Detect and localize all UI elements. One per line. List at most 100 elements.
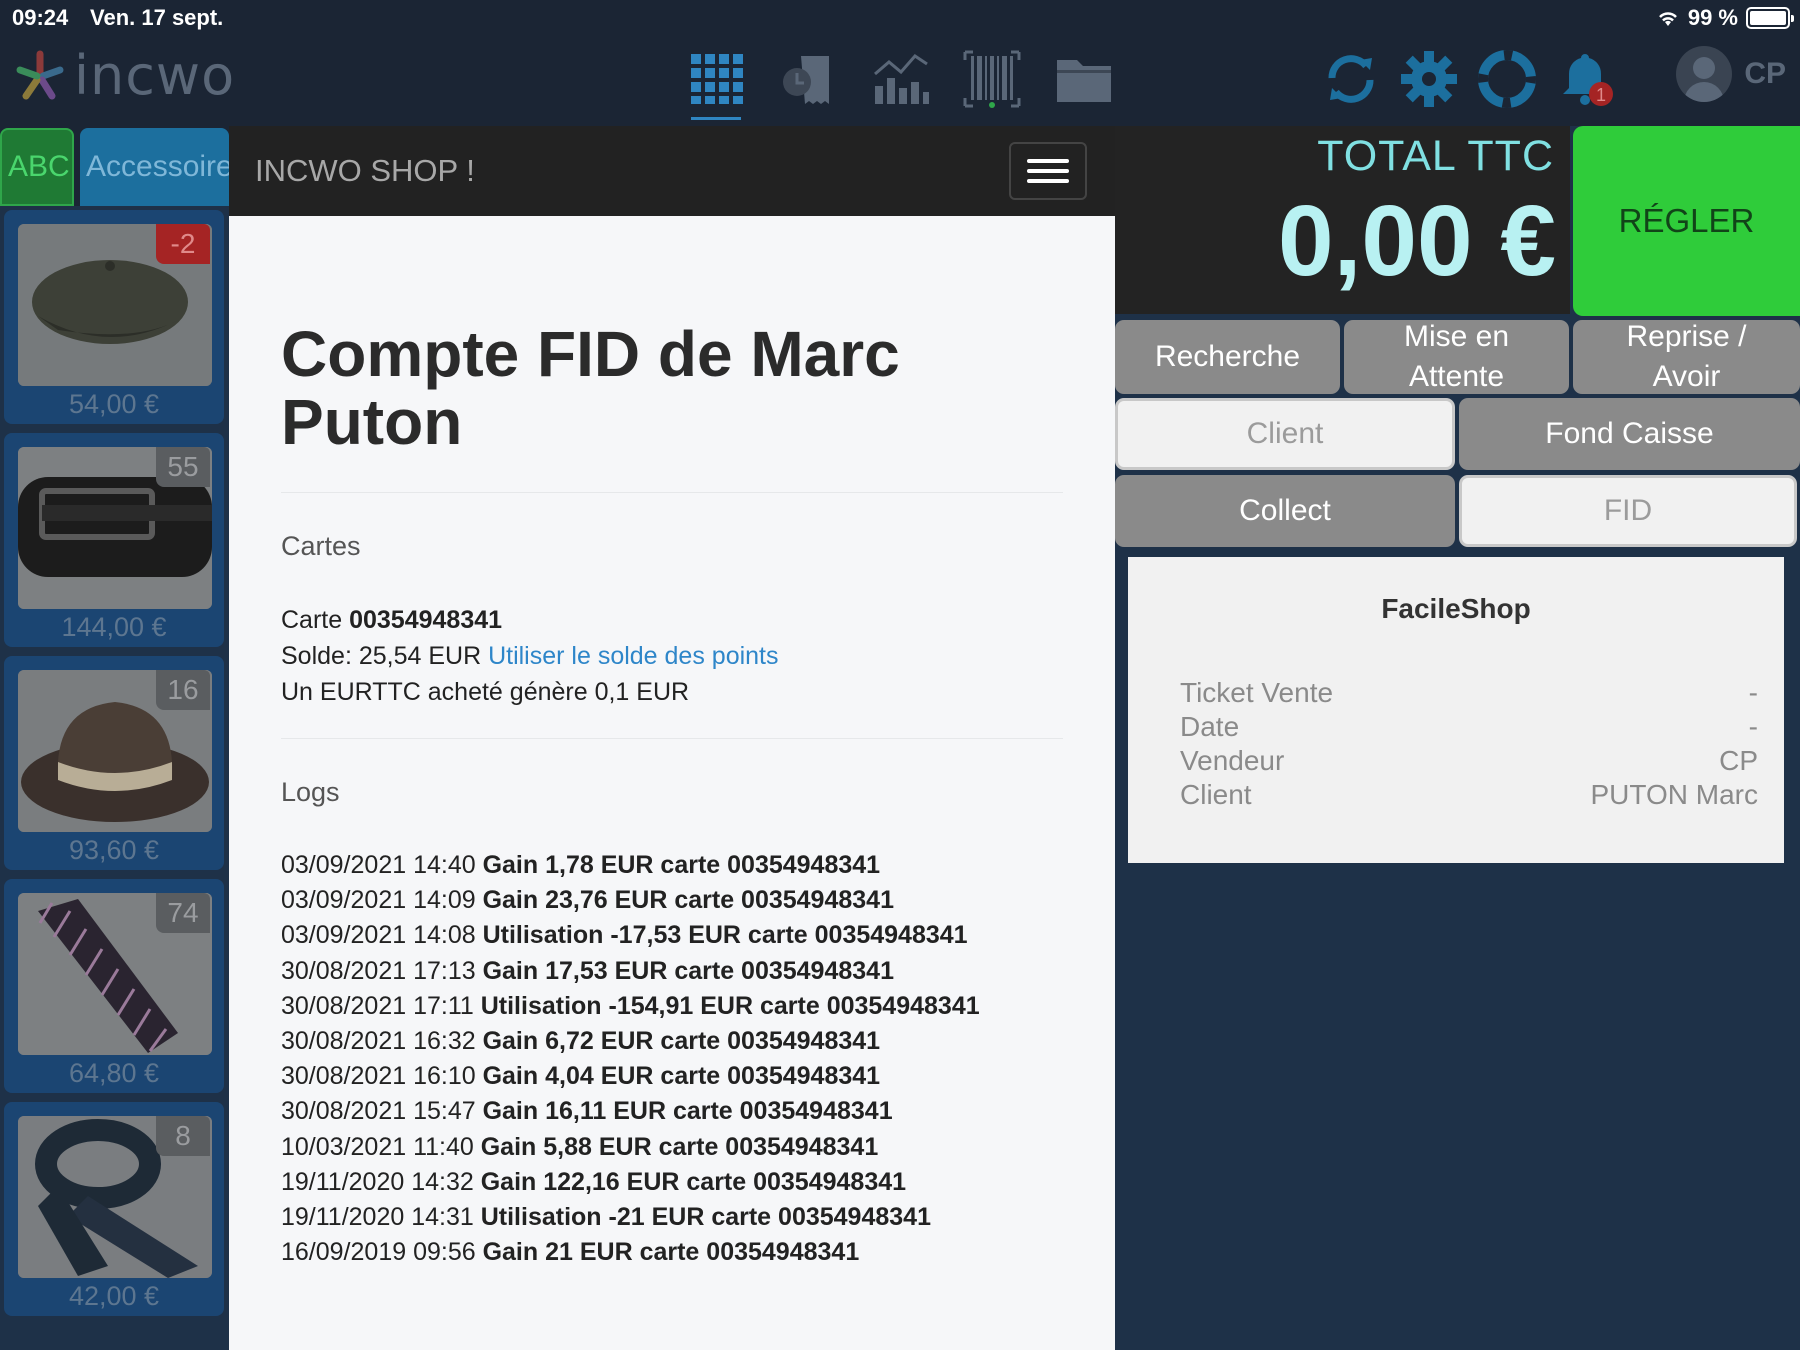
client-button[interactable]: Client	[1115, 398, 1455, 470]
card-line: Carte 00354948341	[281, 602, 1063, 638]
log-entry: 30/08/2021 17:11 Utilisation -154,91 EUR…	[281, 989, 1063, 1024]
sync-icon[interactable]	[1320, 48, 1382, 110]
log-date: 03/09/2021 14:08	[281, 921, 483, 950]
stock-badge: 16	[156, 670, 210, 710]
log-entry: 10/03/2021 11:40 Gain 5,88 EUR carte 003…	[281, 1130, 1063, 1165]
log-date: 19/11/2020 14:31	[281, 1203, 481, 1232]
log-date: 30/08/2021 16:10	[281, 1062, 483, 1091]
receipt-value: PUTON Marc	[1590, 779, 1759, 810]
receipt-edge	[1128, 551, 1784, 559]
product-price: 42,00 €	[68, 1281, 160, 1311]
receipt-value: -	[1748, 677, 1758, 708]
user-menu[interactable]: CP	[1676, 46, 1786, 102]
receipt-row: Date -	[1180, 711, 1758, 743]
bell-icon[interactable]: 1	[1554, 48, 1616, 110]
product-tile[interactable]: 74 64,80 €	[4, 879, 224, 1093]
receipt-shop-name: FacileShop	[1381, 593, 1531, 624]
cards-heading: Cartes	[281, 531, 361, 561]
status-right: 99 %	[1656, 5, 1794, 31]
search-button[interactable]: Recherche	[1115, 320, 1340, 394]
logs-list: 03/09/2021 14:40 Gain 1,78 EUR carte 003…	[281, 848, 1063, 1270]
log-date: 10/03/2021 11:40	[281, 1132, 481, 1161]
divider	[281, 492, 1063, 493]
folder-icon[interactable]	[1053, 48, 1115, 110]
incwo-logo[interactable]: incwo	[12, 44, 235, 107]
log-date: 30/08/2021 17:11	[281, 991, 481, 1020]
clock-receipt-icon[interactable]	[777, 48, 839, 110]
shop-header: INCWO SHOP !	[229, 126, 1115, 216]
log-date: 30/08/2021 17:13	[281, 956, 483, 985]
receipt-label: Ticket Vente	[1180, 677, 1334, 708]
fid-button[interactable]: FID	[1459, 475, 1797, 547]
tab-abc[interactable]: ABC	[0, 128, 74, 206]
log-text: Gain 16,11 EUR carte 00354948341	[482, 1097, 893, 1126]
status-bar: 09:24 Ven. 17 sept. 99 %	[0, 0, 1800, 36]
stock-badge: 8	[156, 1116, 210, 1156]
logo-star-icon	[16, 50, 64, 99]
log-date: 03/09/2021 14:40	[281, 851, 483, 879]
product-price: 93,60 €	[68, 835, 160, 865]
logs-heading: Logs	[281, 777, 340, 807]
log-text: Gain 5,88 EUR carte 00354948341	[480, 1132, 879, 1161]
return-credit-button[interactable]: Reprise / Avoir	[1573, 320, 1800, 394]
use-points-link[interactable]: Utiliser le solde des points	[488, 642, 778, 670]
fid-account-panel: Compte FID de Marc Puton Cartes Carte 00…	[229, 216, 1115, 1350]
hold-button[interactable]: Mise en Attente	[1344, 320, 1569, 394]
stock-badge: 55	[156, 447, 210, 487]
receipt-row: Client PUTON Marc	[1180, 779, 1758, 811]
log-text: Gain 6,72 EUR carte 00354948341	[482, 1027, 881, 1056]
divider	[281, 738, 1063, 739]
collect-button[interactable]: Collect	[1115, 475, 1455, 547]
log-entry: 30/08/2021 15:47 Gain 16,11 EUR carte 00…	[281, 1094, 1063, 1129]
total-amount: 0,00 €	[1277, 185, 1556, 297]
log-entry: 03/09/2021 14:40 Gain 1,78 EUR carte 003…	[281, 848, 1063, 883]
receipt-row: Ticket Vente -	[1180, 677, 1758, 709]
receipt-preview: FacileShop Ticket Vente - Date - Vendeur…	[1128, 551, 1784, 869]
receipt-edge	[1128, 861, 1784, 869]
stock-badge: -2	[156, 224, 210, 264]
log-text: Utilisation -21 EUR carte 00354948341	[480, 1203, 931, 1232]
product-price: 54,00 €	[68, 389, 160, 419]
log-entry: 03/09/2021 14:08 Utilisation -17,53 EUR …	[281, 918, 1063, 953]
product-price: 144,00 €	[61, 612, 167, 642]
log-text: Gain 21 EUR carte 00354948341	[482, 1238, 860, 1267]
log-date: 03/09/2021 14:09	[281, 886, 483, 915]
hamburger-menu-icon[interactable]	[1009, 142, 1087, 200]
log-entry: 19/11/2020 14:32 Gain 122,16 EUR carte 0…	[281, 1165, 1063, 1200]
avatar	[1676, 46, 1733, 102]
product-tile[interactable]: -2 54,00 €	[4, 210, 224, 424]
log-entry: 16/09/2019 09:56 Gain 21 EUR carte 00354…	[281, 1235, 1063, 1270]
notification-count: 1	[1596, 85, 1606, 105]
receipt-row: Vendeur CP	[1180, 745, 1758, 777]
product-tile[interactable]: 16 93,60 €	[4, 656, 224, 870]
lifebuoy-icon[interactable]	[1476, 48, 1538, 110]
card-info: Carte 00354948341 Solde: 25,54 EUR Utili…	[281, 602, 1063, 710]
log-date: 30/08/2021 16:32	[281, 1027, 483, 1056]
log-text: Utilisation -154,91 EUR carte 0035494834…	[480, 991, 980, 1020]
product-tile[interactable]: 55 144,00 €	[4, 433, 224, 647]
barcode-icon[interactable]	[961, 48, 1023, 110]
balance-line: Solde: 25,54 EUR Utiliser le solde des p…	[281, 638, 1063, 674]
product-panel: ABC Accessoires -2 54,00 € 55 144,00 €	[0, 126, 229, 1350]
product-tile[interactable]: 8 42,00 €	[4, 1102, 224, 1316]
log-text: Gain 122,16 EUR carte 00354948341	[480, 1167, 907, 1196]
log-entry: 30/08/2021 17:13 Gain 17,53 EUR carte 00…	[281, 954, 1063, 989]
gear-icon[interactable]	[1398, 48, 1460, 110]
log-text: Gain 4,04 EUR carte 00354948341	[482, 1062, 881, 1091]
grid-icon[interactable]	[685, 48, 747, 120]
log-entry: 03/09/2021 14:09 Gain 23,76 EUR carte 00…	[281, 883, 1063, 918]
card-number: 00354948341	[349, 606, 503, 634]
tab-accessories[interactable]: Accessoires	[80, 128, 229, 206]
balance-text: Solde: 25,54 EUR	[281, 642, 489, 670]
category-tabs: ABC Accessoires	[0, 126, 229, 206]
pay-button[interactable]: RÉGLER	[1573, 126, 1800, 316]
cash-float-button[interactable]: Fond Caisse	[1459, 398, 1800, 470]
top-navigation: incwo 1 CP	[0, 36, 1800, 126]
chart-icon[interactable]	[869, 48, 931, 110]
logo-text: incwo	[74, 44, 236, 107]
total-label: TOTAL TTC	[1317, 132, 1554, 180]
receipt-value: CP	[1719, 745, 1758, 776]
receipt-value: -	[1748, 711, 1758, 742]
stock-badge: 74	[156, 893, 210, 933]
log-date: 30/08/2021 15:47	[281, 1097, 483, 1126]
